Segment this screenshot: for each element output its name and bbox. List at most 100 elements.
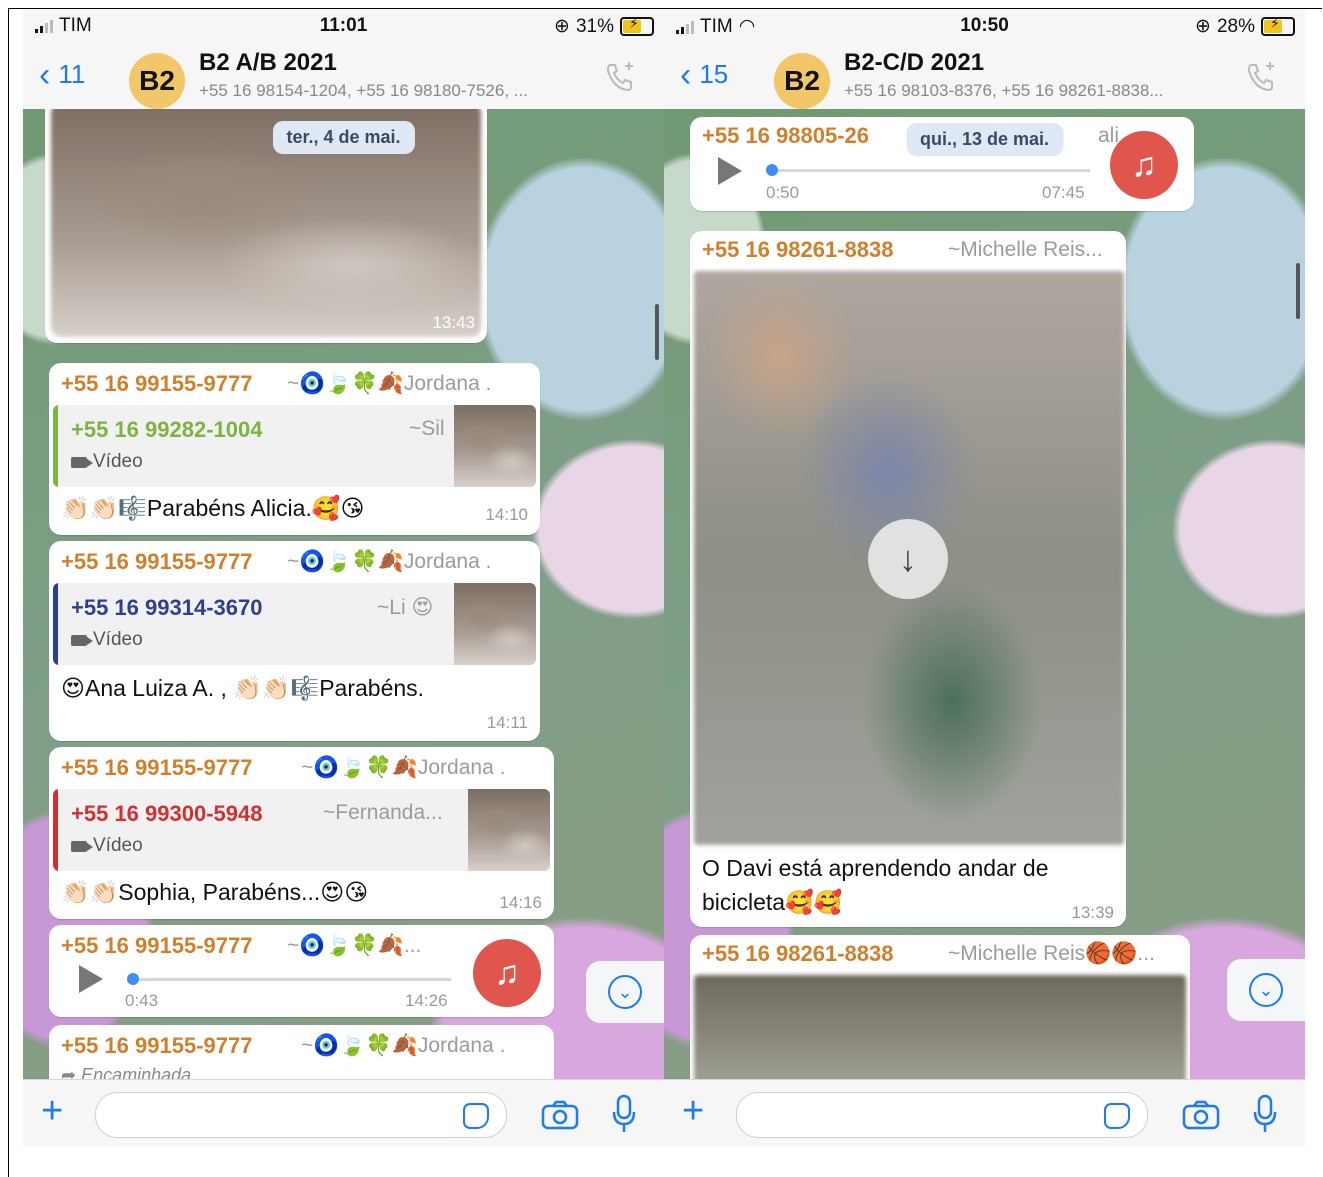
camera-icon[interactable] (1182, 1100, 1220, 1135)
quote-bar (53, 789, 58, 871)
battery: ⊕ 31% (554, 15, 654, 38)
message-time: 14:16 (499, 893, 542, 912)
video-message[interactable]: 13:43 (45, 109, 487, 343)
sender-number[interactable]: +55 16 98261-8838 (702, 941, 893, 967)
sender-number[interactable]: +55 16 98261-8838 (702, 237, 893, 263)
quote-number: +55 16 99300-5948 (71, 801, 263, 826)
back-button[interactable]: ‹ 15 (680, 55, 729, 94)
reply-message[interactable]: +55 16 99155-9777 ~🧿🍃🍀🍂Jordana . +55 16 … (49, 363, 540, 535)
quote-name: ~Fernanda... (323, 801, 443, 824)
sticker-icon[interactable] (463, 1103, 489, 1129)
scroll-to-bottom-button[interactable]: ⌄ (1227, 959, 1305, 1021)
reply-message[interactable]: +55 16 99155-9777 ~🧿🍃🍀🍂Jordana . +55 16 … (49, 541, 540, 741)
chat-header: ‹ 11 B2 B2 A/B 2021 +55 16 98154-1204, +5… (23, 43, 664, 110)
quote-type: Vídeo (71, 629, 143, 651)
group-avatar[interactable]: B2 (774, 53, 830, 109)
forward-arrow-icon: ➦ (61, 1065, 82, 1079)
chevron-left-icon: ‹ (680, 55, 692, 94)
audio-knob[interactable] (766, 164, 778, 176)
audio-track[interactable] (131, 978, 451, 981)
quoted-message[interactable]: +55 16 99282-1004 ~Sil Vídeo (53, 405, 536, 487)
forwarded-message[interactable]: +55 16 99155-9777 ~🧿🍃🍀🍂Jordana . ➦ Encam… (49, 1025, 554, 1079)
group-avatar[interactable]: B2 (129, 53, 185, 109)
quoted-message[interactable]: +55 16 99300-5948 ~Fernanda... Vídeo (53, 789, 550, 871)
chat-header: ‹ 15 B2 B2-C/D 2021 +55 16 98103-8376, +5… (664, 43, 1305, 110)
chevron-left-icon: ‹ (39, 55, 51, 94)
sender-number[interactable]: +55 16 99155-9777 (61, 371, 252, 397)
sticker-icon[interactable] (1104, 1103, 1130, 1129)
add-call-icon[interactable] (1243, 59, 1279, 100)
message-time: 14:11 (486, 713, 528, 732)
plus-icon[interactable]: + (41, 1092, 63, 1130)
add-call-icon[interactable] (602, 59, 638, 100)
scrollbar[interactable] (655, 304, 659, 360)
unread-count: 15 (699, 59, 729, 89)
sender-name: ~🧿🍃🍀🍂Jordana . (301, 756, 506, 779)
forwarded-label: ➦ Encaminhada (61, 1065, 191, 1079)
reply-message[interactable]: +55 16 99155-9777 ~🧿🍃🍀🍂Jordana . +55 16 … (49, 747, 554, 919)
message-time: 13:43 (432, 313, 475, 332)
sender-number[interactable]: +55 16 99155-9777 (61, 549, 252, 575)
audio-elapsed: 0:43 (125, 991, 159, 1010)
video-thumbnail[interactable] (51, 109, 481, 337)
sender-name: ~🧿🍃🍀🍂Jordana . (301, 1034, 506, 1057)
microphone-icon[interactable] (611, 1094, 637, 1139)
chevron-down-icon: ⌄ (1249, 973, 1283, 1007)
group-title[interactable]: B2 A/B 2021 (199, 49, 337, 77)
input-bar: + (664, 1079, 1305, 1147)
sender-name: ~🧿🍃🍀🍂Jordana . (287, 372, 492, 395)
chat-area[interactable]: 13:43 ter., 4 de mai. +55 16 99155-9777 … (23, 109, 664, 1079)
message-time: 14:26 (405, 991, 448, 1010)
quoted-message[interactable]: +55 16 99314-3670 ~Li 😍 Vídeo (53, 583, 536, 665)
input-bar: + (23, 1079, 664, 1147)
quote-bar (53, 583, 58, 665)
lock-rotation-icon: ⊕ (1195, 16, 1211, 37)
group-title[interactable]: B2-C/D 2021 (844, 49, 984, 77)
scrollbar[interactable] (1296, 263, 1300, 319)
music-note-icon: ♫ (473, 939, 541, 1007)
audio-track[interactable] (770, 169, 1090, 172)
sender-number[interactable]: +55 16 99155-9777 (61, 933, 252, 959)
sender-number[interactable]: +55 16 99155-9777 (61, 1033, 252, 1059)
sender-name: ~Michelle Reis🏀🏀... (948, 942, 1155, 965)
chevron-down-icon: ⌄ (608, 975, 642, 1009)
play-icon[interactable] (718, 157, 742, 185)
message-text: 😍Ana Luiza A. , 👏🏻👏🏻🎼Parabéns. (61, 675, 425, 701)
audio-elapsed: 0:50 (766, 183, 800, 202)
scroll-to-bottom-button[interactable]: ⌄ (586, 961, 664, 1023)
audio-message[interactable]: +55 16 99155-9777 ~🧿🍃🍀🍂... 0:43 14:26 ♫ (49, 925, 554, 1017)
media-message[interactable]: +55 16 98261-8838 ~Michelle Reis... ↓ O … (690, 231, 1126, 927)
group-members[interactable]: +55 16 98154-1204, +55 16 98180-7526, ..… (199, 81, 599, 101)
image-thumbnail[interactable] (694, 975, 1186, 1079)
camera-icon[interactable] (541, 1100, 579, 1135)
battery-icon (1261, 15, 1295, 36)
sender-name: ~🧿🍃🍀🍂Jordana . (287, 550, 492, 573)
message-text: 👏🏻👏🏻Sophia, Parabéns...😍😘 (61, 879, 369, 905)
right-phone-screen: TIM ◠ 10:50 ⊕ 28% ‹15 B2 B2-C/D 2021 +55… (664, 9, 1305, 1147)
lock-rotation-icon: ⊕ (554, 16, 570, 37)
download-arrow-icon[interactable]: ↓ (868, 519, 948, 599)
quote-thumbnail (468, 789, 550, 871)
message-input[interactable] (95, 1092, 507, 1138)
back-button[interactable]: ‹ 11 (39, 55, 86, 94)
group-members[interactable]: +55 16 98103-8376, +55 16 98261-8838... (844, 81, 1224, 101)
audio-knob[interactable] (127, 973, 139, 985)
quote-thumbnail (454, 583, 536, 665)
message-time: 07:45 (1042, 183, 1085, 202)
media-message[interactable]: +55 16 98261-8838 ~Michelle Reis🏀🏀... (690, 935, 1190, 1079)
quote-name: ~Sil (409, 417, 445, 440)
plus-icon[interactable]: + (682, 1092, 704, 1130)
message-caption-line2: bicicleta🥰🥰 (702, 889, 843, 915)
unread-count: 11 (58, 59, 86, 89)
forwarded-text: Encaminhada (81, 1065, 192, 1079)
date-separator: qui., 13 de mai. (905, 123, 1064, 156)
sender-number[interactable]: +55 16 98805-26 (702, 123, 869, 149)
status-bar: TIM 11:01 ⊕ 31% (23, 9, 664, 43)
sender-number[interactable]: +55 16 99155-9777 (61, 755, 252, 781)
microphone-icon[interactable] (1252, 1094, 1278, 1139)
message-input[interactable] (736, 1092, 1148, 1138)
sender-name: ~Michelle Reis... (948, 238, 1103, 261)
battery-icon (620, 15, 654, 36)
play-icon[interactable] (79, 965, 103, 993)
chat-area[interactable]: +55 16 98805-26 ali 0:50 07:45 ♫ qui., 1… (664, 109, 1305, 1079)
